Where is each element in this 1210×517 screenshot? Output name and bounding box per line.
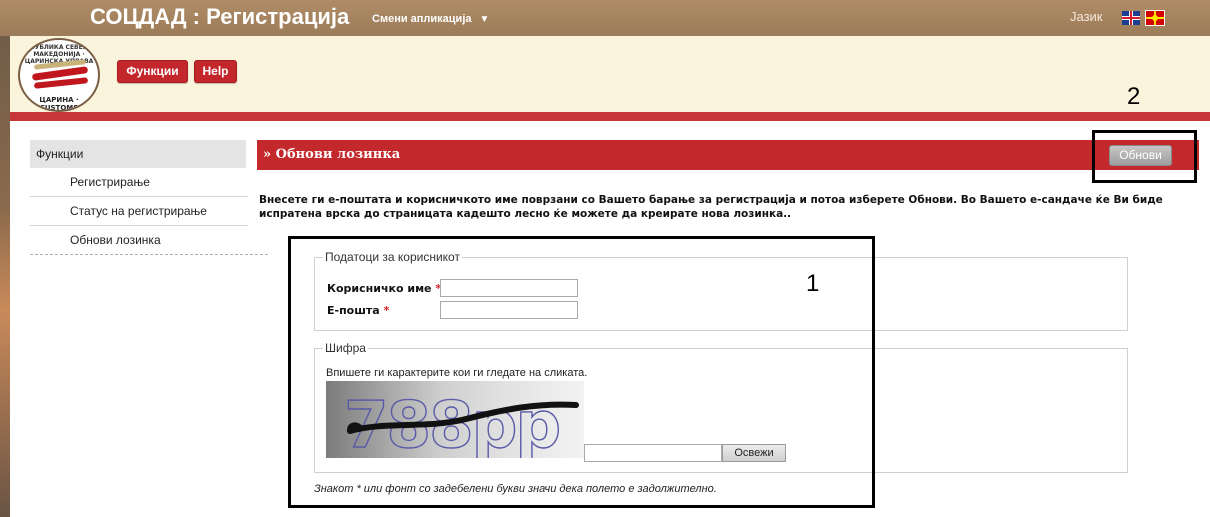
functions-button[interactable]: Функции	[117, 60, 188, 83]
uk-flag-icon[interactable]	[1122, 11, 1140, 25]
sidebar-item-registration-status[interactable]: Статус на регистрирање	[30, 197, 248, 226]
annotation-box-2	[1092, 130, 1197, 183]
caret-down-icon: ▼	[479, 14, 490, 25]
sidebar: Функции Регистрирање Статус на регистрир…	[30, 140, 268, 255]
sidebar-heading: Функции	[30, 140, 246, 168]
sidebar-item-register[interactable]: Регистрирање	[30, 168, 248, 197]
page-title: » Обнови лозинка	[263, 147, 401, 162]
logo-bottom-text: ЦАРИНА · CUSTOMS	[39, 96, 79, 112]
annotation-label-1: 1	[806, 270, 820, 297]
page-title-bar: » Обнови лозинка Обнови	[257, 140, 1199, 170]
header-band	[10, 36, 1210, 112]
annotation-label-2: 2	[1127, 83, 1141, 110]
switch-app-menu[interactable]: Смени апликација ▼	[372, 13, 489, 25]
left-edge-strip	[0, 0, 10, 517]
annotation-box-1	[288, 236, 875, 508]
top-bar: СОЦДАД : Регистрација Смени апликација ▼ …	[0, 0, 1210, 36]
sidebar-item-reset-password[interactable]: Обнови лозинка	[30, 226, 248, 255]
intro-text: Внесете ги е-поштата и корисничкото име …	[259, 194, 1163, 220]
macedonia-flag-icon[interactable]	[1145, 10, 1165, 26]
help-button[interactable]: Help	[194, 60, 237, 83]
language-label: Јазик	[1070, 9, 1103, 24]
customs-logo: РЕПУБЛИКА СЕВЕРНА МАКЕДОНИЈА · ЦАРИНСКА …	[18, 38, 100, 112]
app-title: СОЦДАД : Регистрација	[90, 4, 350, 29]
sidebar-divider	[30, 254, 268, 255]
header-divider	[10, 112, 1210, 121]
switch-app-label: Смени апликација	[372, 13, 472, 25]
